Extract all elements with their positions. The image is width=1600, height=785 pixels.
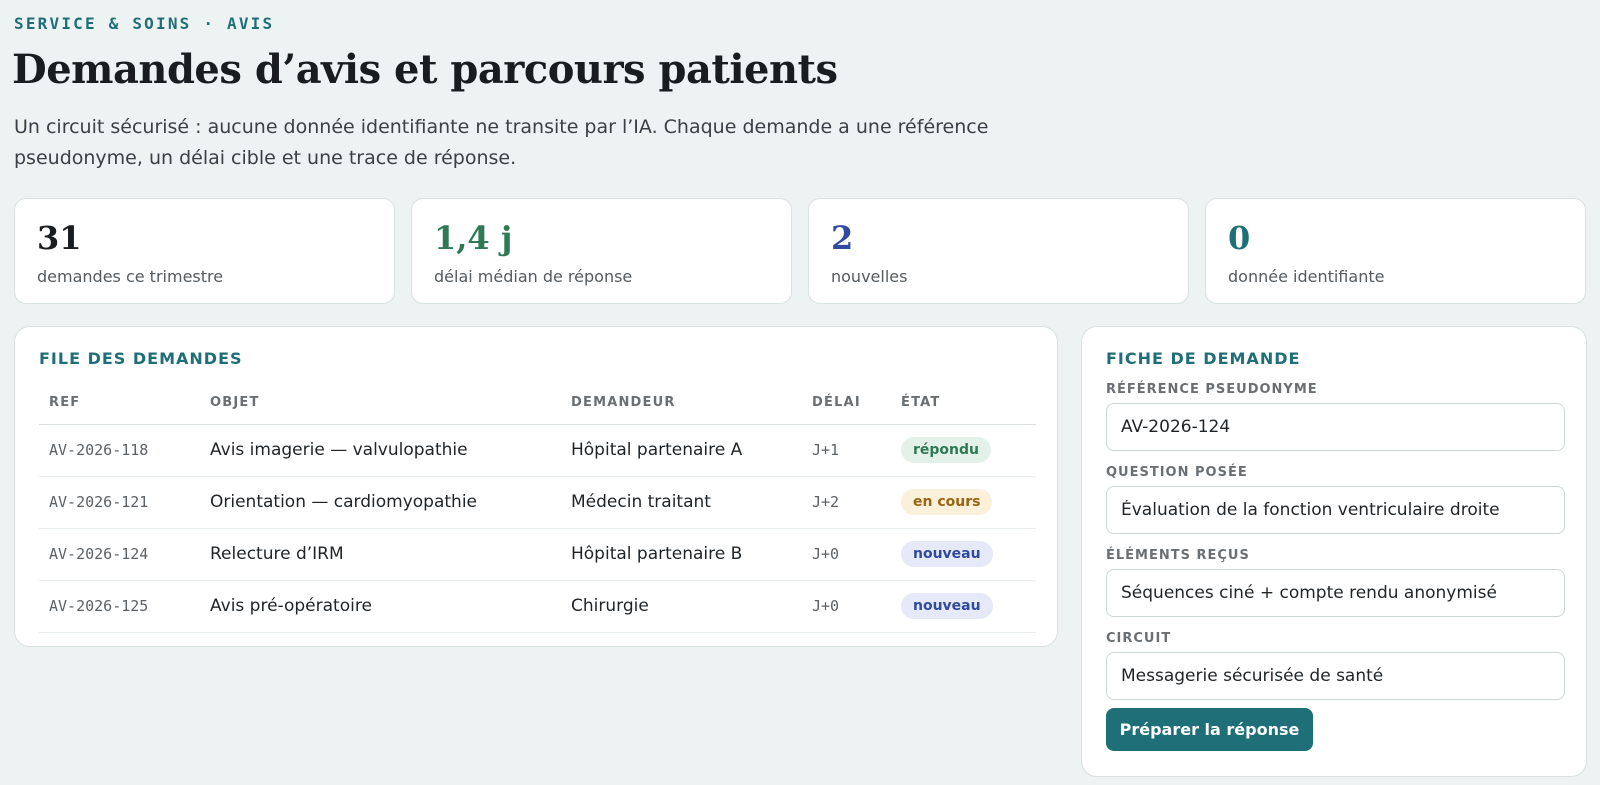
- table-row[interactable]: AV-2026-125 Avis pré-opératoire Chirurgi…: [39, 580, 1036, 633]
- cell-ref: AV-2026-124: [39, 528, 200, 581]
- column-header-ref: REF: [39, 381, 200, 425]
- cell-delai: J+1: [802, 424, 891, 477]
- stat-value: 0: [1228, 219, 1251, 257]
- circuit-label: CIRCUIT: [1106, 631, 1172, 646]
- table-row[interactable]: AV-2026-118 Avis imagerie — valvulopathi…: [39, 424, 1036, 477]
- cell-ref: AV-2026-121: [39, 476, 200, 529]
- page-eyebrow: SERVICE & SOINS · AVIS: [14, 14, 275, 33]
- cell-objet: Orientation — cardiomyopathie: [200, 476, 561, 529]
- queue-table: REF OBJET DEMANDEUR DÉLAI ÉTAT AV-2026-1…: [39, 381, 1036, 633]
- table-row[interactable]: AV-2026-121 Orientation — cardiomyopathi…: [39, 476, 1036, 529]
- question-field[interactable]: [1106, 486, 1565, 534]
- page-title: Demandes d’avis et parcours patients: [12, 46, 838, 93]
- stat-value: 31: [37, 219, 82, 257]
- cell-etat: nouveau: [891, 580, 1036, 633]
- column-header-delai: DÉLAI: [802, 381, 891, 425]
- queue-panel: FILE DES DEMANDES REF OBJET DEMANDEUR DÉ…: [14, 326, 1058, 647]
- cell-etat: nouveau: [891, 528, 1036, 581]
- stat-label: donnée identifiante: [1228, 267, 1385, 286]
- stat-card-donnees: 0 donnée identifiante: [1205, 198, 1586, 304]
- table-row[interactable]: AV-2026-124 Relecture d’IRM Hôpital part…: [39, 528, 1036, 581]
- table-header-row: REF OBJET DEMANDEUR DÉLAI ÉTAT: [39, 381, 1036, 425]
- cell-objet: Relecture d’IRM: [200, 528, 561, 581]
- stat-label: nouvelles: [831, 267, 908, 286]
- cell-objet: Avis imagerie — valvulopathie: [200, 424, 561, 477]
- reference-field[interactable]: [1106, 403, 1565, 451]
- column-header-objet: OBJET: [200, 381, 561, 425]
- queue-title: FILE DES DEMANDES: [39, 349, 243, 368]
- status-badge: répondu: [901, 437, 991, 463]
- cell-demandeur: Hôpital partenaire B: [561, 528, 802, 581]
- cell-ref: AV-2026-125: [39, 580, 200, 633]
- detail-title: FICHE DE DEMANDE: [1106, 349, 1301, 368]
- stat-card-delai: 1,4 j délai médian de réponse: [411, 198, 792, 304]
- stat-label: demandes ce trimestre: [37, 267, 224, 286]
- circuit-field[interactable]: [1106, 652, 1565, 700]
- status-badge: en cours: [901, 489, 993, 515]
- column-header-etat: ÉTAT: [891, 381, 1036, 425]
- cell-delai: J+0: [802, 528, 891, 581]
- cell-demandeur: Médecin traitant: [561, 476, 802, 529]
- elements-label: ÉLÉMENTS REÇUS: [1106, 548, 1250, 563]
- detail-panel: FICHE DE DEMANDE RÉFÉRENCE PSEUDONYME QU…: [1081, 326, 1587, 777]
- cell-demandeur: Chirurgie: [561, 580, 802, 633]
- cell-etat: répondu: [891, 424, 1036, 477]
- cell-delai: J+0: [802, 580, 891, 633]
- stat-card-nouvelles: 2 nouvelles: [808, 198, 1189, 304]
- status-badge: nouveau: [901, 593, 993, 619]
- elements-field[interactable]: [1106, 569, 1565, 617]
- stat-label: délai médian de réponse: [434, 267, 633, 286]
- question-label: QUESTION POSÉE: [1106, 465, 1248, 480]
- cell-ref: AV-2026-118: [39, 424, 200, 477]
- cell-delai: J+2: [802, 476, 891, 529]
- column-header-demandeur: DEMANDEUR: [561, 381, 802, 425]
- stat-value: 2: [831, 219, 854, 257]
- status-badge: nouveau: [901, 541, 993, 567]
- page-description: Un circuit sécurisé : aucune donnée iden…: [14, 116, 989, 169]
- stat-value: 1,4 j: [434, 219, 513, 257]
- cell-demandeur: Hôpital partenaire A: [561, 424, 802, 477]
- prepare-response-button[interactable]: Préparer la réponse: [1106, 708, 1313, 751]
- reference-label: RÉFÉRENCE PSEUDONYME: [1106, 382, 1318, 397]
- cell-etat: en cours: [891, 476, 1036, 529]
- stat-card-demandes: 31 demandes ce trimestre: [14, 198, 395, 304]
- cell-objet: Avis pré-opératoire: [200, 580, 561, 633]
